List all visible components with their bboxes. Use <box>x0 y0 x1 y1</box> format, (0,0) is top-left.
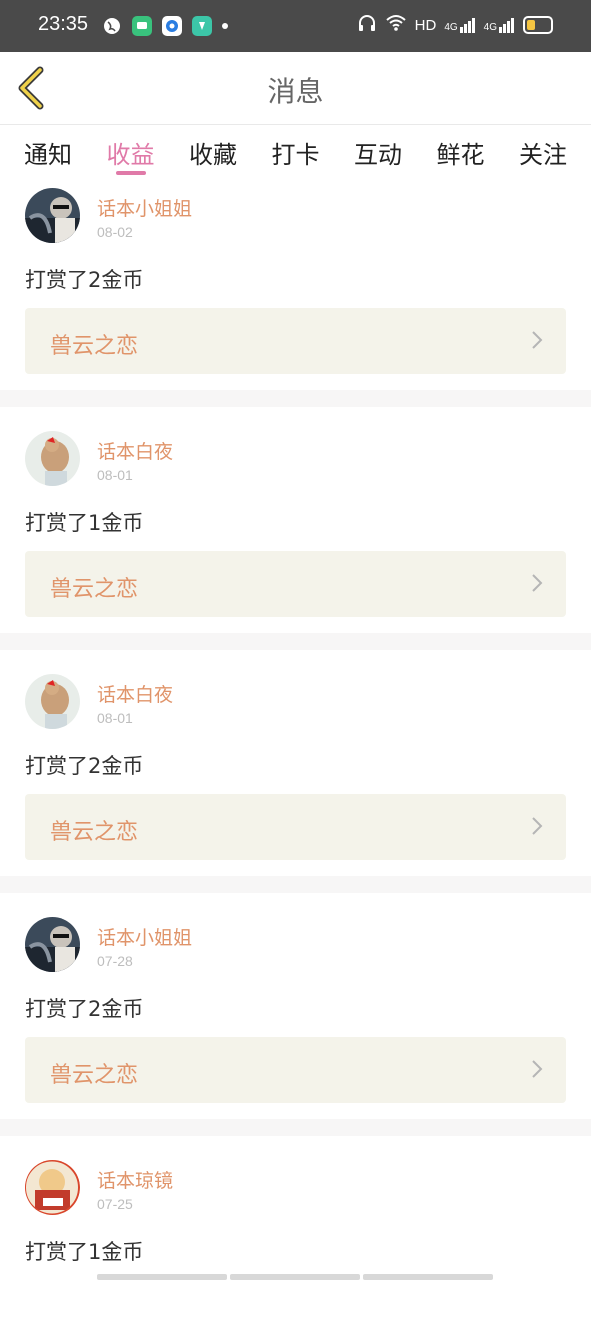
feed-item: 话本白夜 08-01 打赏了1金币 兽云之恋 <box>0 407 591 617</box>
item-date: 08-01 <box>97 467 133 483</box>
book-link[interactable]: 兽云之恋 <box>25 1037 566 1103</box>
tab-bar: 通知 收益 收藏 打卡 互动 鲜花 关注 <box>0 125 591 179</box>
avatar[interactable] <box>25 431 80 486</box>
avatar[interactable] <box>25 1160 80 1215</box>
tab-favorites[interactable]: 收藏 <box>189 125 237 179</box>
page-title: 消息 <box>267 75 324 108</box>
more-notifications-dot <box>222 23 228 29</box>
hd-label: HD <box>414 16 437 34</box>
status-time: 23:35 <box>38 13 89 35</box>
book-link[interactable]: 兽云之恋 <box>25 308 566 374</box>
tab-notifications[interactable]: 通知 <box>24 125 72 179</box>
feed-item: 话本白夜 08-01 打赏了2金币 兽云之恋 <box>0 650 591 860</box>
top-bar: 消息 <box>0 52 591 125</box>
user-name[interactable]: 话本琼镜 <box>97 1166 173 1193</box>
user-name[interactable]: 话本小姐姐 <box>97 194 192 221</box>
item-date: 07-25 <box>97 1196 133 1212</box>
user-name[interactable]: 话本白夜 <box>97 680 173 707</box>
chat-app-icon <box>132 16 152 36</box>
feed-item: 话本小姐姐 08-02 打赏了2金币 兽云之恋 <box>0 182 591 390</box>
divider <box>0 1119 591 1136</box>
chevron-right-icon <box>532 1060 543 1078</box>
battery-icon <box>523 16 553 34</box>
signal-label-2: 4G <box>483 22 497 33</box>
tab-flowers[interactable]: 鲜花 <box>437 125 485 179</box>
divider <box>0 390 591 407</box>
divider <box>0 876 591 893</box>
reward-text: 打赏了2金币 <box>25 997 144 1021</box>
book-title: 兽云之恋 <box>50 1063 139 1088</box>
wifi-icon <box>385 14 407 36</box>
tab-earnings[interactable]: 收益 <box>107 125 155 179</box>
user-name[interactable]: 话本白夜 <box>97 437 173 464</box>
music-app-icon <box>192 16 212 36</box>
signal-4g-icon-2: 4G <box>484 17 515 33</box>
signal-label-1: 4G <box>444 22 458 33</box>
book-title: 兽云之恋 <box>50 577 139 602</box>
notification-icons <box>102 16 228 36</box>
chevron-right-icon <box>532 574 543 592</box>
avatar[interactable] <box>25 917 80 972</box>
reward-text: 打赏了2金币 <box>25 268 144 292</box>
reward-text: 打赏了1金币 <box>25 1240 144 1264</box>
divider <box>0 633 591 650</box>
signal-4g-icon: 4G <box>444 17 475 33</box>
avatar[interactable] <box>25 188 80 243</box>
globe-icon <box>102 16 122 36</box>
system-icons: HD 4G 4G <box>357 14 553 36</box>
item-date: 08-02 <box>97 224 133 240</box>
tab-follows[interactable]: 关注 <box>519 125 567 179</box>
earnings-feed: 话本小姐姐 08-02 打赏了2金币 兽云之恋 话本白夜 08-01 打赏了1金… <box>0 182 591 1344</box>
item-date: 08-01 <box>97 710 133 726</box>
chevron-right-icon <box>532 817 543 835</box>
tab-interactions[interactable]: 互动 <box>354 125 402 179</box>
tab-checkin[interactable]: 打卡 <box>272 125 320 179</box>
status-bar: 23:35 HD 4G 4G <box>0 0 591 52</box>
book-link[interactable]: 兽云之恋 <box>25 551 566 617</box>
headset-icon <box>357 14 377 36</box>
bottom-scroll-indicator <box>97 1274 493 1280</box>
feed-item: 话本琼镜 07-25 打赏了1金币 <box>0 1136 591 1344</box>
reward-text: 打赏了2金币 <box>25 754 144 778</box>
item-date: 07-28 <box>97 953 133 969</box>
book-title: 兽云之恋 <box>50 820 139 845</box>
feed-item: 话本小姐姐 07-28 打赏了2金币 兽云之恋 <box>0 893 591 1103</box>
user-name[interactable]: 话本小姐姐 <box>97 923 192 950</box>
browser-icon <box>162 16 182 36</box>
avatar[interactable] <box>25 674 80 729</box>
book-title: 兽云之恋 <box>50 334 139 359</box>
book-link[interactable]: 兽云之恋 <box>25 794 566 860</box>
chevron-right-icon <box>532 331 543 349</box>
reward-text: 打赏了1金币 <box>25 511 144 535</box>
